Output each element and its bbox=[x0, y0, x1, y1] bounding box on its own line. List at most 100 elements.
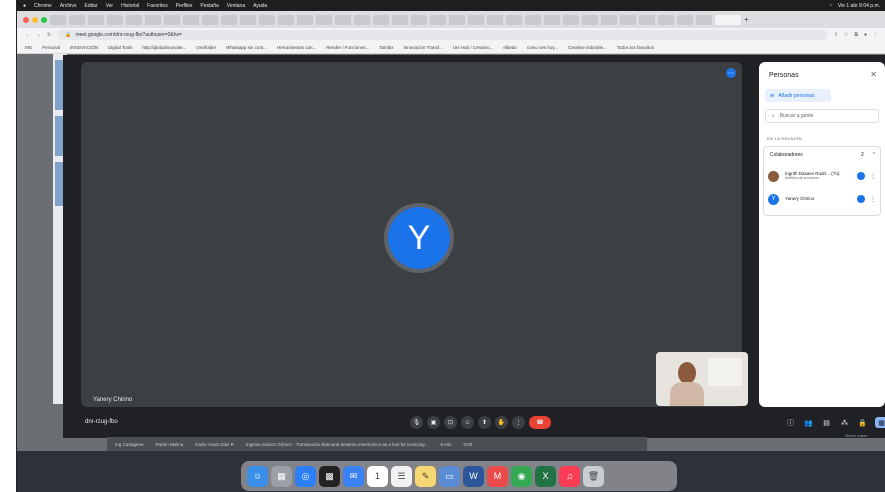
bookmark-item[interactable]: Onefolder bbox=[196, 45, 216, 50]
browser-tab[interactable] bbox=[164, 14, 180, 25]
bookmark-item[interactable]: INNOVACIÓN bbox=[70, 45, 98, 50]
extensions-icon[interactable]: ⧉ bbox=[854, 32, 858, 38]
browser-tab[interactable] bbox=[677, 14, 693, 25]
menu-item[interactable]: Ventana bbox=[227, 3, 245, 9]
mission-control-icon[interactable]: ▩ bbox=[319, 465, 340, 487]
end-call-button[interactable]: ☎ bbox=[529, 416, 551, 429]
browser-tab[interactable] bbox=[107, 14, 123, 25]
music-icon[interactable]: ♫ bbox=[559, 465, 580, 487]
people-search-input[interactable]: ⌕ Buscar a gente bbox=[765, 109, 879, 123]
excel-icon[interactable]: X bbox=[535, 465, 556, 487]
reminders-icon[interactable]: ☰ bbox=[391, 465, 412, 487]
browser-tab[interactable] bbox=[430, 14, 446, 25]
emoji-button[interactable]: ☺ bbox=[461, 416, 474, 429]
browser-tab[interactable] bbox=[392, 14, 408, 25]
info-icon[interactable]: ⓘ bbox=[785, 417, 796, 428]
calendar-icon[interactable]: 1 bbox=[367, 465, 388, 487]
profile-avatar[interactable]: ● bbox=[864, 32, 867, 38]
browser-tab[interactable] bbox=[601, 14, 617, 25]
browser-tab[interactable] bbox=[354, 14, 370, 25]
bookmark-item[interactable]: Todos los favoritos bbox=[617, 45, 654, 50]
menu-item[interactable]: Archivo bbox=[60, 3, 77, 9]
people-icon[interactable]: 👥 bbox=[803, 417, 814, 428]
bookmark-item[interactable]: Whatsapp sin cont... bbox=[226, 45, 267, 50]
browser-tab[interactable] bbox=[183, 14, 199, 25]
bookmark-item[interactable]: http://globalinnovate... bbox=[142, 45, 186, 50]
captions-button[interactable]: ⊡ bbox=[444, 416, 457, 429]
bookmark-item[interactable]: Tambix bbox=[379, 45, 393, 50]
browser-tab[interactable] bbox=[202, 14, 218, 25]
participant-row[interactable]: Ingrith Dasaev Rodrí... (Tú) Anfitrión d… bbox=[768, 167, 876, 185]
browser-tab[interactable] bbox=[221, 14, 237, 25]
browser-tab[interactable] bbox=[88, 14, 104, 25]
raise-hand-button[interactable]: ✋ bbox=[495, 416, 508, 429]
more-options-icon[interactable]: ⋮ bbox=[870, 196, 876, 203]
bookmark-item[interactable]: Digital Tools bbox=[108, 45, 132, 50]
bookmark-item[interactable]: Innovación Transf... bbox=[404, 45, 443, 50]
bookmark-item[interactable]: Creative industrie... bbox=[568, 45, 607, 50]
browser-tab[interactable] bbox=[449, 14, 465, 25]
chevron-up-icon[interactable]: ⌃ bbox=[872, 152, 876, 158]
finder-icon[interactable]: ☺ bbox=[247, 465, 268, 487]
browser-tab[interactable] bbox=[411, 14, 427, 25]
browser-tab[interactable] bbox=[335, 14, 351, 25]
bookmark-item[interactable]: Herramientas can... bbox=[277, 45, 316, 50]
menu-item[interactable]: Historial bbox=[121, 3, 139, 9]
browser-tab[interactable] bbox=[373, 14, 389, 25]
bookmark-star-icon[interactable]: ☆ bbox=[844, 32, 848, 38]
activities-icon[interactable]: ⁂ bbox=[839, 417, 850, 428]
new-tab-icon[interactable]: + bbox=[744, 15, 749, 24]
browser-tab[interactable] bbox=[582, 14, 598, 25]
notes-icon[interactable]: ✎ bbox=[415, 465, 436, 487]
launchpad-icon[interactable]: ▦ bbox=[271, 465, 292, 487]
more-options-button[interactable]: ⋮ bbox=[512, 416, 525, 429]
browser-tab[interactable] bbox=[145, 14, 161, 25]
camera-button[interactable]: ▣ bbox=[427, 416, 440, 429]
browser-tab[interactable] bbox=[658, 14, 674, 25]
browser-tab[interactable] bbox=[696, 14, 712, 25]
browser-tab[interactable] bbox=[126, 14, 142, 25]
chrome-icon[interactable]: ◉ bbox=[511, 465, 532, 487]
mic-button[interactable]: 🎙 bbox=[410, 416, 423, 429]
chat-icon[interactable]: ▤ bbox=[821, 417, 832, 428]
share-icon[interactable]: ⇪ bbox=[834, 32, 838, 38]
back-icon[interactable]: ← bbox=[25, 32, 30, 38]
present-button[interactable]: ⬆ bbox=[478, 416, 491, 429]
host-controls-icon[interactable]: 🔒 bbox=[857, 417, 868, 428]
trash-icon[interactable]: 🗑 bbox=[583, 465, 604, 487]
browser-tab-active[interactable] bbox=[715, 14, 741, 25]
browser-tab[interactable] bbox=[240, 14, 256, 25]
browser-tab[interactable] bbox=[487, 14, 503, 25]
safari-icon[interactable]: ◎ bbox=[295, 465, 316, 487]
menu-item[interactable]: Pestaña bbox=[200, 3, 218, 9]
browser-menu-icon[interactable]: ⋮ bbox=[873, 32, 878, 38]
browser-tab[interactable] bbox=[468, 14, 484, 25]
browser-tab[interactable] bbox=[544, 14, 560, 25]
close-panel-icon[interactable]: ✕ bbox=[870, 70, 877, 79]
mail-icon[interactable]: ✉ bbox=[343, 465, 364, 487]
browser-tab[interactable] bbox=[297, 14, 313, 25]
browser-tab[interactable] bbox=[278, 14, 294, 25]
participant-row[interactable]: Y Yanery Chirino ⋮ bbox=[768, 190, 876, 208]
side-panel-icon[interactable]: ▦ bbox=[875, 417, 885, 428]
browser-tab[interactable] bbox=[259, 14, 275, 25]
browser-tab[interactable] bbox=[506, 14, 522, 25]
menu-item[interactable]: Favoritos bbox=[147, 3, 168, 9]
preview-icon[interactable]: ▭ bbox=[439, 465, 460, 487]
self-view-tile[interactable] bbox=[656, 352, 748, 406]
bookmark-item[interactable]: como ves hoy... bbox=[527, 45, 558, 50]
menu-item[interactable]: Chrome bbox=[34, 3, 52, 9]
address-bar[interactable]: 🔒 meet.google.com/dnr-rzug-fbo?authuser=… bbox=[57, 30, 828, 40]
forward-icon[interactable]: → bbox=[36, 32, 41, 38]
more-options-icon[interactable]: ⋮ bbox=[870, 173, 876, 180]
menu-item[interactable]: Perfiles bbox=[176, 3, 193, 9]
word-icon[interactable]: W bbox=[463, 465, 484, 487]
browser-tab[interactable] bbox=[50, 14, 66, 25]
bookmark-item[interactable]: elbedo bbox=[503, 45, 517, 50]
apple-icon[interactable]: ● bbox=[23, 3, 26, 9]
bookmark-item[interactable]: Personal bbox=[42, 45, 60, 50]
add-people-button[interactable]: ⊕ Añadir personas bbox=[765, 89, 831, 102]
browser-tab[interactable] bbox=[316, 14, 332, 25]
menu-item[interactable]: Editar bbox=[85, 3, 98, 9]
reload-icon[interactable]: ↻ bbox=[47, 32, 51, 38]
